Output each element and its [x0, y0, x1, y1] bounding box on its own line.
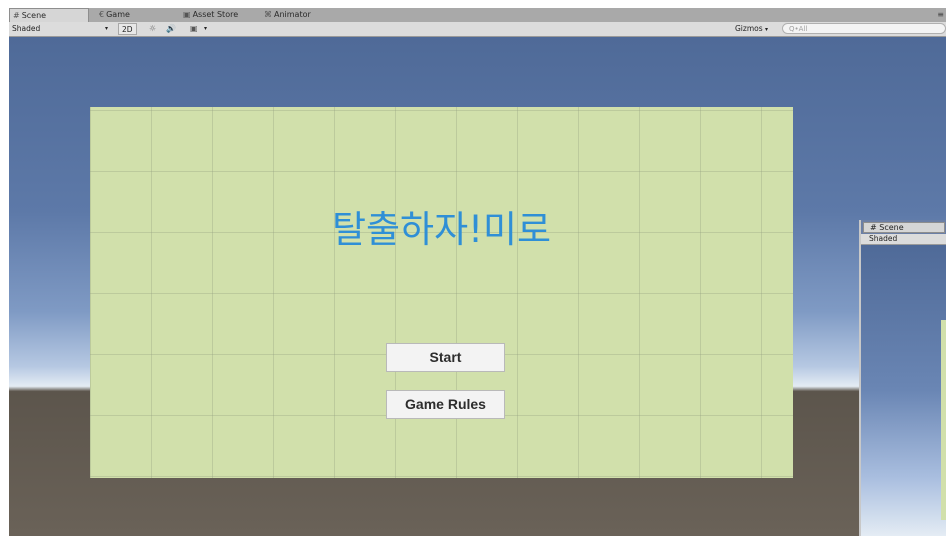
mini-shading-mode-label: Shaded [869, 234, 898, 243]
mini-tab-scene[interactable]: # Scene [863, 222, 945, 233]
mini-shading-mode-dropdown[interactable]: Shaded [861, 234, 946, 245]
tab-animator-label: Animator [274, 10, 311, 19]
mini-scene-icon: # [870, 223, 877, 232]
audio-toggle-icon[interactable]: 🔊 [166, 23, 176, 35]
2d-mode-toggle[interactable]: 2D [118, 23, 137, 35]
tab-scene-label: Scene [21, 11, 47, 20]
gizmos-label: Gizmos [735, 24, 763, 33]
tab-bar: # Scene € Game ▣ Asset Store ⌘ Animator ≡ [9, 8, 946, 22]
gizmos-dropdown[interactable]: Gizmos ▾ [735, 23, 768, 35]
hierarchy-search-input[interactable]: Q•All [782, 23, 946, 34]
shading-mode-label: Shaded [12, 24, 41, 33]
mini-tab-scene-label: Scene [879, 223, 904, 232]
tab-animator[interactable]: ⌘ Animator [261, 8, 344, 22]
unity-editor-window: # Scene € Game ▣ Asset Store ⌘ Animator ≡ Sh… [9, 8, 946, 536]
chevron-down-icon: ▾ [104, 25, 108, 32]
window-menu-icon[interactable]: ≡ [937, 10, 944, 19]
start-button-label: Start [429, 349, 462, 365]
canvas-panel: 탈출하자!미로 Start Game Rules [90, 107, 793, 478]
search-placeholder: Q•All [789, 25, 808, 33]
lighting-toggle-icon[interactable]: ☼ [149, 23, 156, 35]
tab-asset-store[interactable]: ▣ Asset Store [180, 8, 263, 22]
game-tab-icon: € [99, 10, 105, 19]
game-title: 탈출하자!미로 [331, 208, 552, 251]
scene-tab-icon: # [13, 11, 20, 20]
start-button[interactable]: Start [386, 343, 505, 372]
2d-mode-label: 2D [122, 25, 133, 34]
shading-mode-dropdown[interactable]: Shaded ▾ [12, 23, 108, 35]
effects-toggle-icon[interactable]: ▣ [190, 23, 198, 35]
scene-view[interactable]: 탈출하자!미로 Start Game Rules # Scene Shaded [9, 37, 946, 536]
game-rules-button-label: Game Rules [405, 396, 486, 412]
tab-game-label: Game [106, 10, 130, 19]
gizmos-chevron-icon: ▾ [765, 26, 769, 33]
game-rules-button[interactable]: Game Rules [386, 390, 505, 419]
mini-canvas-panel [941, 320, 946, 520]
floating-scene-window[interactable]: # Scene Shaded [859, 220, 946, 536]
scene-toolbar: Shaded ▾ 2D ☼ 🔊 ▣ ▾ Gizmos ▾ Q•All [9, 22, 946, 37]
tab-asset-store-label: Asset Store [192, 10, 239, 19]
mini-scene-view [861, 245, 946, 536]
tab-game[interactable]: € Game [96, 8, 169, 22]
tab-scene[interactable]: # Scene [9, 8, 89, 22]
animator-tab-icon: ⌘ [264, 10, 272, 19]
effects-dropdown-chevron-icon[interactable]: ▾ [204, 23, 207, 35]
asset-store-tab-icon: ▣ [183, 10, 191, 19]
